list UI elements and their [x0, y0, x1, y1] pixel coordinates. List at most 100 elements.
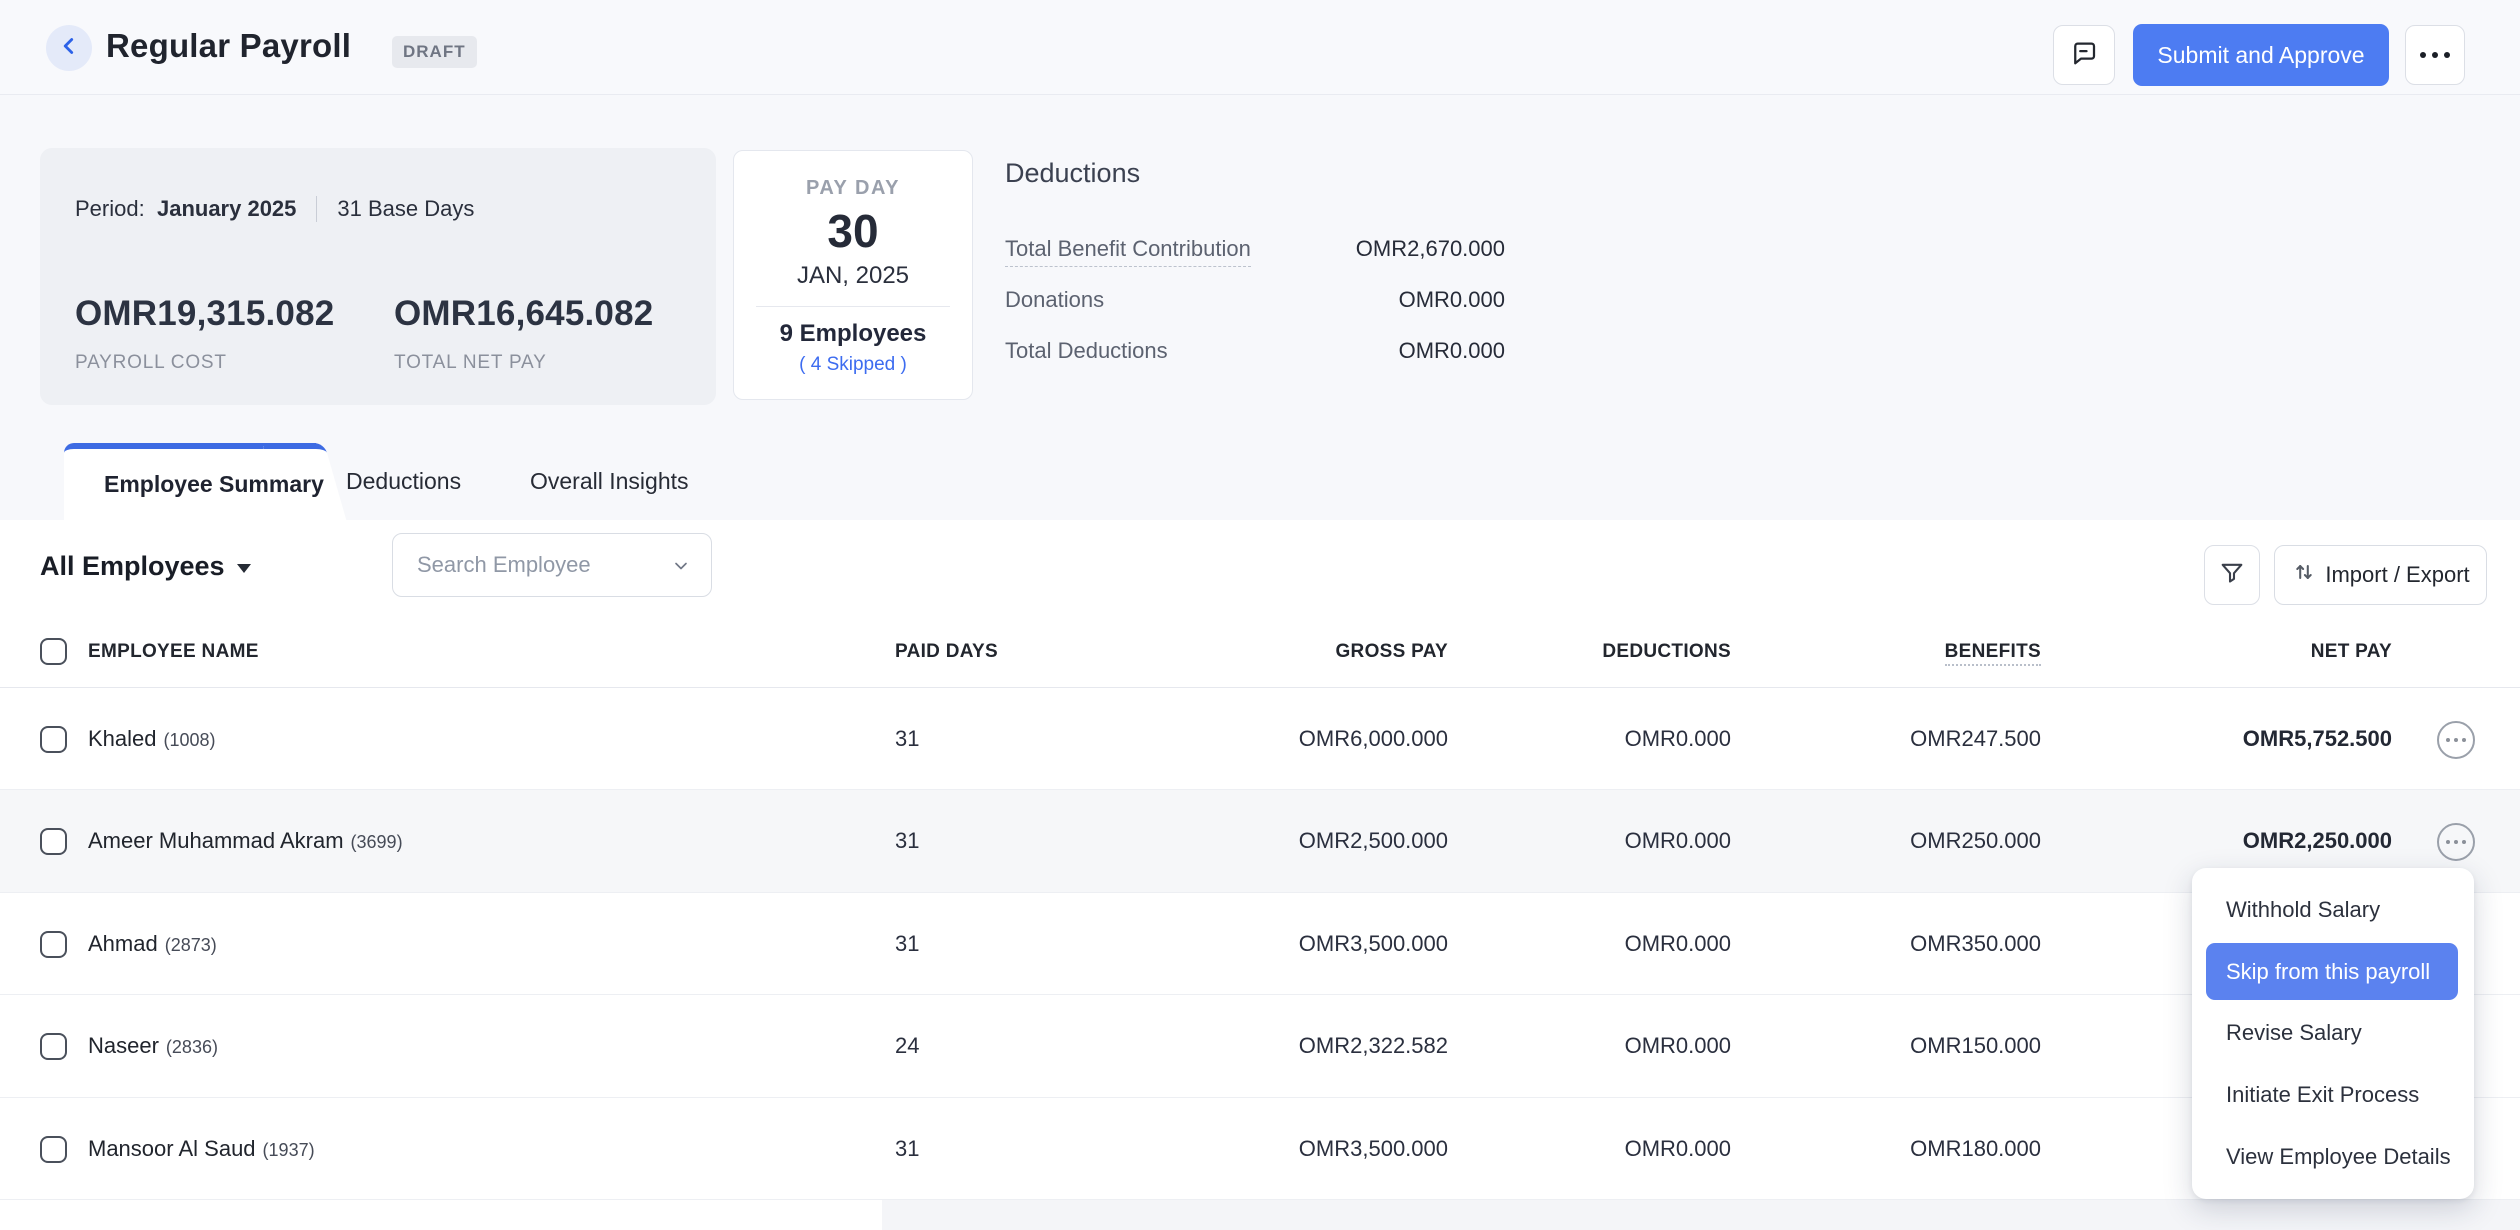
deductions-cell: OMR0.000 — [1511, 1098, 1731, 1199]
menu-item-withhold-salary[interactable]: Withhold Salary — [2192, 882, 2474, 938]
period-prefix: Period: — [75, 196, 145, 221]
total-net-pay-block: OMR16,645.082 TOTAL NET PAY — [394, 294, 653, 374]
table-row[interactable]: Ahmad (2873) 31 OMR3,500.000 OMR0.000 OMR… — [0, 893, 2520, 995]
divider — [756, 306, 950, 307]
payday-label: PAY DAY — [734, 177, 972, 200]
speech-bubble-icon — [2069, 38, 2099, 73]
net-pay-cell: OMR5,752.500 — [2172, 688, 2392, 789]
row-checkbox[interactable] — [40, 726, 67, 753]
payday-employee-count: 9 Employees — [734, 320, 972, 348]
row-checkbox[interactable] — [40, 931, 67, 958]
payroll-summary-card: Period: January 202531 Base Days OMR19,3… — [40, 148, 716, 405]
deductions-panel-title: Deductions — [1005, 158, 1505, 189]
tab-deductions[interactable]: Deductions — [346, 443, 461, 520]
total-net-pay-value: OMR16,645.082 — [394, 294, 653, 334]
deduction-row: Total Benefit Contribution OMR2,670.000 — [1005, 222, 1505, 273]
row-actions-button[interactable] — [2437, 823, 2475, 861]
chevron-down-icon — [671, 556, 691, 581]
row-checkbox[interactable] — [40, 1136, 67, 1163]
search-employee-input[interactable] — [417, 534, 647, 596]
comments-button[interactable] — [2053, 25, 2115, 85]
back-button[interactable] — [46, 25, 92, 71]
row-checkbox[interactable] — [40, 1033, 67, 1060]
deductions-cell: OMR0.000 — [1511, 790, 1731, 891]
deduction-row: Donations OMR0.000 — [1005, 273, 1505, 324]
column-header-paid-days: PAID DAYS — [895, 615, 998, 688]
employee-name: Mansoor Al Saud — [88, 1136, 256, 1161]
caret-down-icon — [237, 564, 251, 573]
menu-item-revise-salary[interactable]: Revise Salary — [2192, 1005, 2474, 1061]
deductions-cell: OMR0.000 — [1511, 688, 1731, 789]
menu-item-initiate-exit-process[interactable]: Initiate Exit Process — [2192, 1067, 2474, 1123]
employee-filter-dropdown[interactable]: All Employees — [40, 551, 251, 582]
benefits-cell: OMR350.000 — [1821, 893, 2041, 994]
paid-days-cell: 31 — [895, 1098, 919, 1199]
ellipsis-icon — [2417, 52, 2453, 58]
more-actions-button[interactable] — [2405, 25, 2465, 85]
payday-day: 30 — [734, 204, 972, 258]
partial-bottom-row — [882, 1200, 2520, 1230]
search-employee-select[interactable] — [392, 533, 712, 597]
menu-item-skip-from-payroll[interactable]: Skip from this payroll — [2206, 943, 2458, 1000]
paid-days-cell: 31 — [895, 893, 919, 994]
payday-card: PAY DAY 30 JAN, 2025 9 Employees ( 4 Ski… — [733, 150, 973, 400]
column-header-employee-name: EMPLOYEE NAME — [88, 615, 259, 688]
payday-month-year: JAN, 2025 — [734, 262, 972, 290]
status-badge: DRAFT — [392, 36, 477, 68]
chevron-left-icon — [56, 33, 82, 64]
payroll-cost-value: OMR19,315.082 — [75, 294, 334, 334]
employee-id: (2836) — [166, 1037, 218, 1057]
import-export-button[interactable]: Import / Export — [2274, 545, 2487, 605]
tab-overall-insights[interactable]: Overall Insights — [530, 443, 689, 520]
deductions-panel: Deductions Total Benefit Contribution OM… — [1005, 158, 1505, 189]
tab-employee-summary[interactable]: Employee Summary — [64, 443, 316, 520]
arrows-up-down-icon — [2291, 559, 2325, 591]
employee-id: (1937) — [263, 1140, 315, 1160]
table-row[interactable]: Naseer(2836) 24 OMR2,322.582 OMR0.000 OM… — [0, 995, 2520, 1098]
total-benefit-contribution-label[interactable]: Total Benefit Contribution — [1005, 236, 1251, 267]
donations-label: Donations — [1005, 287, 1104, 313]
employee-id: (3699) — [351, 832, 403, 852]
paid-days-cell: 24 — [895, 995, 919, 1096]
row-context-menu: Withhold Salary Skip from this payroll R… — [2192, 868, 2474, 1199]
deductions-cell: OMR0.000 — [1511, 893, 1731, 994]
page-title: Regular Payroll — [106, 27, 351, 65]
skipped-employees-link[interactable]: ( 4 Skipped ) — [734, 354, 972, 376]
table-row[interactable]: Mansoor Al Saud (1937) 31 OMR3,500.000 OM… — [0, 1098, 2520, 1200]
filter-button[interactable] — [2204, 545, 2260, 605]
gross-pay-cell: OMR3,500.000 — [1228, 1098, 1448, 1199]
submit-and-approve-button[interactable]: Submit and Approve — [2133, 24, 2389, 86]
select-all-checkbox[interactable] — [40, 638, 67, 665]
gross-pay-cell: OMR6,000.000 — [1228, 688, 1448, 789]
employee-filter-label: All Employees — [40, 551, 225, 581]
donations-value: OMR0.000 — [1399, 287, 1505, 313]
deductions-cell: OMR0.000 — [1511, 995, 1731, 1096]
tab-label: Employee Summary — [104, 449, 324, 520]
benefits-header-tooltip-trigger[interactable]: BENEFITS — [1945, 641, 2041, 666]
page-header: Regular Payroll DRAFT Submit and Approve — [0, 0, 2520, 95]
gross-pay-cell: OMR3,500.000 — [1228, 893, 1448, 994]
table-header-row: EMPLOYEE NAME PAID DAYS GROSS PAY DEDUCT… — [0, 615, 2520, 688]
row-checkbox[interactable] — [40, 828, 67, 855]
period-line: Period: January 202531 Base Days — [75, 196, 474, 222]
gross-pay-cell: OMR2,322.582 — [1228, 995, 1448, 1096]
column-header-gross-pay: GROSS PAY — [1228, 615, 1448, 688]
total-deductions-label: Total Deductions — [1005, 338, 1168, 364]
employee-name: Ameer Muhammad Akram — [88, 828, 344, 853]
table-row[interactable]: Ameer Muhammad Akram(3699) 31 OMR2,500.0… — [0, 790, 2520, 893]
table-row[interactable]: Khaled(1008) 31 OMR6,000.000 OMR0.000 OM… — [0, 688, 2520, 790]
payroll-cost-label: PAYROLL COST — [75, 352, 334, 374]
total-benefit-contribution-value: OMR2,670.000 — [1356, 236, 1505, 262]
column-header-benefits: BENEFITS — [1821, 615, 2041, 688]
benefits-cell: OMR180.000 — [1821, 1098, 2041, 1199]
paid-days-cell: 31 — [895, 790, 919, 891]
employee-name: Naseer — [88, 1033, 159, 1058]
total-net-pay-label: TOTAL NET PAY — [394, 352, 653, 374]
employee-id: (2873) — [165, 935, 217, 955]
employee-id: (1008) — [164, 730, 216, 750]
payroll-page: Regular Payroll DRAFT Submit and Approve… — [0, 0, 2520, 1230]
row-actions-button[interactable] — [2437, 721, 2475, 759]
employee-name: Ahmad — [88, 931, 158, 956]
menu-item-view-employee-details[interactable]: View Employee Details — [2192, 1129, 2474, 1185]
funnel-icon — [2218, 559, 2246, 592]
